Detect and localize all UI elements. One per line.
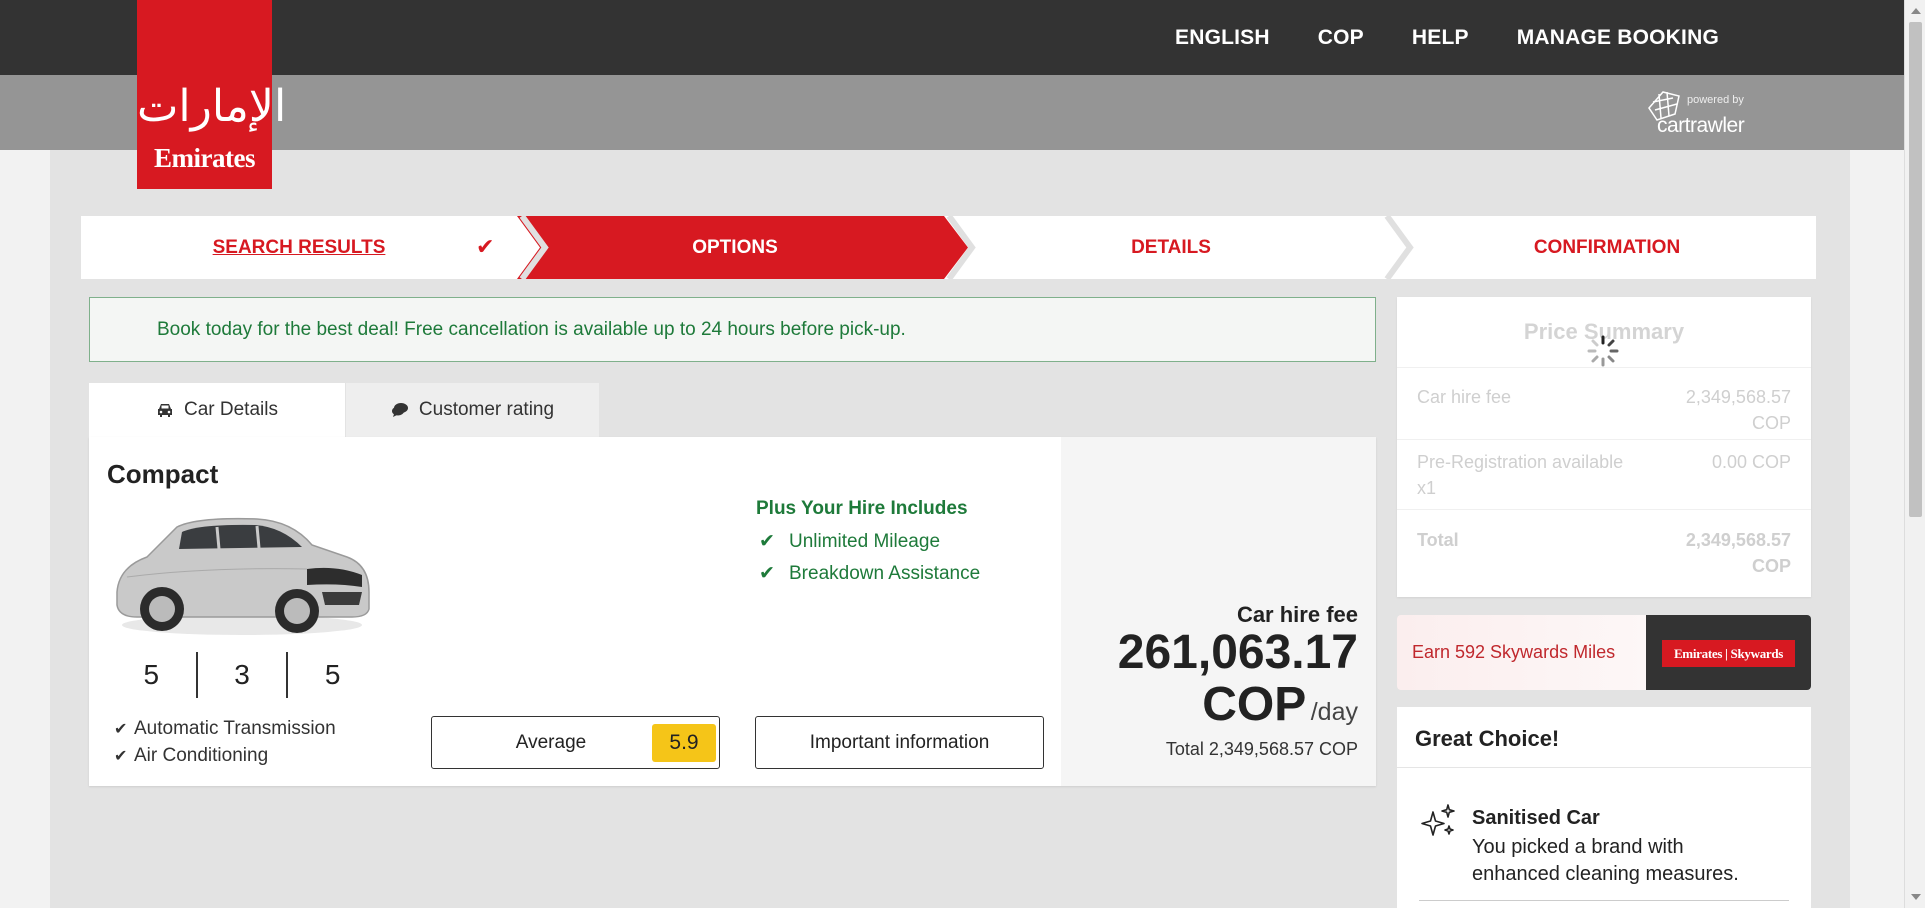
- skywards-miles-text: Earn 592 Skywards Miles: [1397, 615, 1646, 690]
- page-scrollbar[interactable]: [1904, 0, 1925, 908]
- tab-customer-rating[interactable]: Customer rating: [346, 383, 599, 437]
- feature-transmission: ✔ Automatic Transmission: [114, 718, 336, 740]
- includes-title: Plus Your Hire Includes: [756, 498, 968, 519]
- feature-air-conditioning-label: Air Conditioning: [134, 745, 269, 766]
- deal-banner-text: Book today for the best deal! Free cance…: [157, 318, 906, 340]
- price-currency: COP: [1202, 678, 1307, 731]
- manage-booking-link[interactable]: MANAGE BOOKING: [1517, 26, 1719, 50]
- check-icon: ✔: [759, 563, 775, 584]
- step-confirmation-label: CONFIRMATION: [1533, 236, 1681, 258]
- summary-label: Pre-Registration available x1: [1417, 452, 1624, 498]
- logo-brand-text: Emirates: [154, 143, 255, 173]
- summary-label: Car hire fee: [1417, 387, 1512, 407]
- car-specs: 5 3 5: [107, 652, 377, 698]
- tab-car-details-label: Car Details: [184, 399, 278, 420]
- step-details: DETAILS: [953, 216, 1389, 279]
- step-options-label: OPTIONS: [692, 236, 778, 258]
- price-per-day: /day: [1310, 698, 1358, 726]
- deal-banner: Book today for the best deal! Free cance…: [89, 297, 1376, 362]
- scrollbar-thumb[interactable]: [1909, 22, 1922, 517]
- price-panel: Car hire fee 261,063.17 COP /day Total 2…: [1061, 437, 1376, 786]
- summary-divider: [1397, 439, 1811, 440]
- tab-customer-rating-label: Customer rating: [418, 399, 555, 420]
- summary-value: 0.00 COP: [1711, 452, 1791, 472]
- step-search-results[interactable]: SEARCH RESULTS ✔: [81, 216, 517, 279]
- check-icon: ✔: [114, 721, 128, 738]
- spec-doors: 5: [324, 659, 341, 690]
- summary-value: 2,349,568.57 COP: [1685, 530, 1791, 576]
- rating-button[interactable]: Average 5.9: [431, 716, 720, 769]
- booking-stepper: SEARCH RESULTS ✔ OPTIONS DETAILS CONFIRM…: [81, 216, 1816, 279]
- great-choice-bottom-divider: [1419, 900, 1789, 901]
- feature-air-conditioning: ✔ Air Conditioning: [114, 745, 268, 767]
- car-class: Compact: [107, 459, 219, 489]
- emirates-logo[interactable]: الإمارات Emirates: [137, 0, 287, 189]
- car-hire-fee-label: Car hire fee: [1236, 602, 1358, 627]
- loading-spinner-icon: [1587, 335, 1619, 367]
- spec-bags: 3: [234, 659, 250, 690]
- powered-by-text: powered by: [1687, 94, 1744, 106]
- summary-label: Total: [1417, 530, 1459, 550]
- include-breakdown-assistance: ✔ Breakdown Assistance: [759, 562, 980, 585]
- top-header: ENGLISH COP HELP MANAGE BOOKING: [0, 0, 1904, 75]
- scroll-up-arrow-icon[interactable]: [1911, 8, 1921, 14]
- help-link[interactable]: HELP: [1412, 26, 1469, 50]
- great-choice-panel: Great Choice! Sanitised Car You picked a…: [1397, 707, 1811, 908]
- skywards-banner: Earn 592 Skywards Miles Emirates | Skywa…: [1397, 615, 1811, 690]
- top-nav: ENGLISH COP HELP MANAGE BOOKING: [1175, 26, 1719, 50]
- chat-icon: [391, 403, 408, 417]
- check-icon: ✔: [759, 531, 775, 552]
- feature-transmission-label: Automatic Transmission: [134, 718, 336, 739]
- logo-arabic-text: الإمارات: [137, 81, 287, 132]
- check-icon: ✔: [476, 234, 495, 259]
- summary-divider: [1397, 509, 1811, 510]
- skywards-logo: Emirates | Skywards: [1662, 640, 1795, 667]
- step-confirmation: CONFIRMATION: [1389, 216, 1825, 279]
- price-currency-line: COP /day: [1202, 677, 1358, 732]
- important-information-button[interactable]: Important information: [755, 716, 1044, 769]
- great-choice-title: Great Choice!: [1415, 726, 1560, 751]
- language-link[interactable]: ENGLISH: [1175, 26, 1270, 50]
- spec-seats: 5: [143, 659, 160, 690]
- daily-price-amount: 261,063.17: [1117, 626, 1358, 679]
- cartrawler-logo: powered by cartrawler: [1645, 86, 1755, 141]
- sanitised-car-description: You picked a brand with enhanced cleanin…: [1472, 836, 1739, 885]
- tab-car-details[interactable]: Car Details: [89, 383, 345, 437]
- rating-score: 5.9: [652, 724, 716, 762]
- price-total: Total 2,349,568.57 COP: [1165, 739, 1358, 759]
- partner-name: cartrawler: [1657, 114, 1745, 137]
- step-search-results-label: SEARCH RESULTS: [212, 236, 386, 258]
- step-options: OPTIONS: [517, 216, 953, 279]
- sanitised-car-title: Sanitised Car: [1472, 807, 1600, 829]
- currency-link[interactable]: COP: [1318, 26, 1364, 50]
- car-icon: [158, 404, 172, 417]
- include-label: Breakdown Assistance: [789, 563, 981, 584]
- car-image: [116, 517, 370, 635]
- great-choice-divider: [1397, 767, 1811, 768]
- include-label: Unlimited Mileage: [789, 531, 941, 552]
- summary-value: 2,349,568.57 COP: [1685, 387, 1791, 433]
- scroll-down-arrow-icon[interactable]: [1911, 894, 1921, 900]
- step-details-label: DETAILS: [1131, 236, 1211, 258]
- price-summary: Price Summary Car hire fee 2,349,568.57 …: [1397, 297, 1811, 597]
- important-information-label: Important information: [809, 731, 990, 753]
- skywards-logo-area: Emirates | Skywards: [1646, 615, 1811, 690]
- include-unlimited-mileage: ✔ Unlimited Mileage: [759, 530, 940, 553]
- car-card: Compact 5 3 5 ✔ Automatic Transmission ✔ A…: [89, 437, 1376, 786]
- summary-divider: [1397, 367, 1811, 368]
- check-icon: ✔: [114, 748, 128, 765]
- sparkle-icon: [1421, 804, 1455, 836]
